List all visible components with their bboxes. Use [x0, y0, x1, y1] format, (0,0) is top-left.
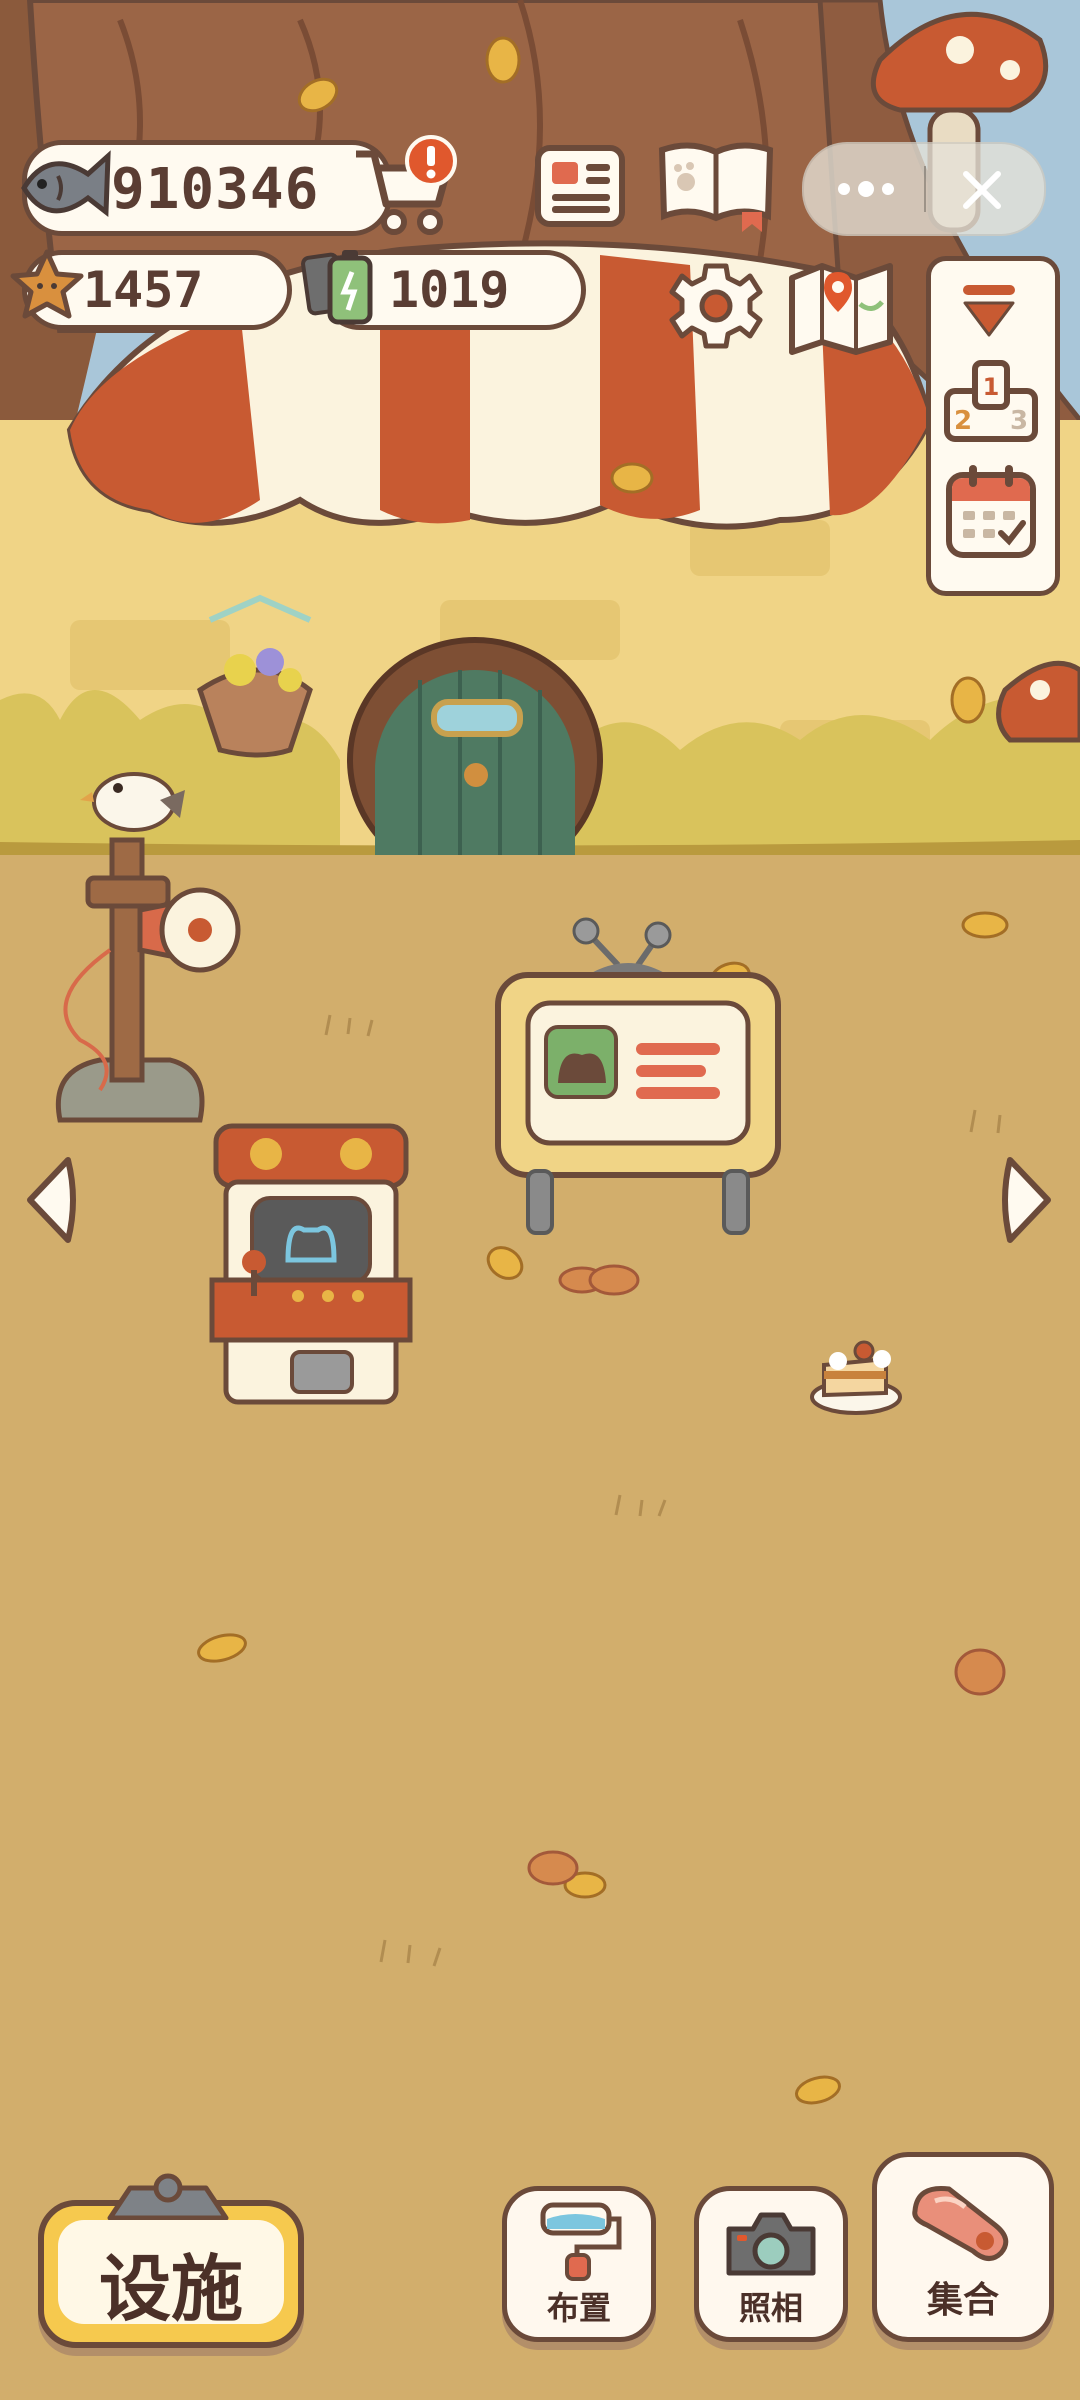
facility-label: 设施	[98, 2247, 243, 2331]
map-icon	[789, 263, 893, 355]
miniprogram-capsule	[802, 142, 1046, 236]
whistle-icon	[912, 2185, 1009, 2261]
map-button[interactable]	[786, 254, 896, 358]
clipboard-clip-icon	[107, 2173, 229, 2220]
side-menu-panel: 1 2 3	[926, 256, 1060, 596]
calendar-button[interactable]	[943, 461, 1039, 561]
gather-button[interactable]: 集合	[872, 2152, 1054, 2342]
star-count-value: 1457	[83, 261, 204, 319]
star-icon	[10, 249, 84, 319]
more-dots-icon[interactable]	[834, 174, 898, 204]
close-icon[interactable]	[960, 168, 1004, 212]
photo-button[interactable]: 照相	[694, 2186, 848, 2342]
photo-label: 照相	[738, 2289, 803, 2327]
fish-icon	[21, 150, 111, 217]
layout-label: 布置	[546, 2289, 611, 2327]
gear-icon	[669, 263, 763, 349]
megaphone-signpost[interactable]	[40, 760, 250, 1140]
podium-ranking-icon: 1 2 3	[944, 360, 1038, 442]
collapse-triangle-icon[interactable]	[959, 281, 1019, 339]
newspaper-icon	[535, 145, 625, 227]
podium-second: 2	[954, 406, 972, 436]
camera-icon	[726, 2212, 816, 2276]
arrow-right-icon[interactable]	[998, 1154, 1056, 1246]
cat-tv-bulletin[interactable]	[488, 915, 788, 1235]
gather-label: 集合	[926, 2280, 999, 2321]
alert-badge-icon	[405, 135, 457, 187]
podium-third: 3	[1010, 406, 1028, 436]
paw-book-button[interactable]	[656, 136, 776, 236]
capsule-divider	[924, 166, 926, 212]
fish-count-value: 910346	[111, 157, 320, 222]
arrow-left-icon[interactable]	[22, 1154, 80, 1246]
podium-first: 1	[983, 373, 1000, 401]
cake-slice-item[interactable]	[808, 1335, 908, 1420]
calendar-icon	[946, 465, 1036, 558]
ranking-button[interactable]: 1 2 3	[941, 355, 1041, 445]
battery-icon	[301, 250, 373, 325]
arcade-machine[interactable]	[208, 1120, 418, 1420]
paw-book-icon	[658, 142, 774, 232]
layout-button[interactable]: 布置	[502, 2186, 656, 2342]
battery-count-value: 1019	[389, 261, 510, 319]
facility-button[interactable]: 设施	[38, 2200, 304, 2348]
paint-roller-icon	[540, 2202, 622, 2281]
newspaper-button[interactable]	[532, 140, 628, 230]
settings-button[interactable]	[668, 258, 764, 354]
